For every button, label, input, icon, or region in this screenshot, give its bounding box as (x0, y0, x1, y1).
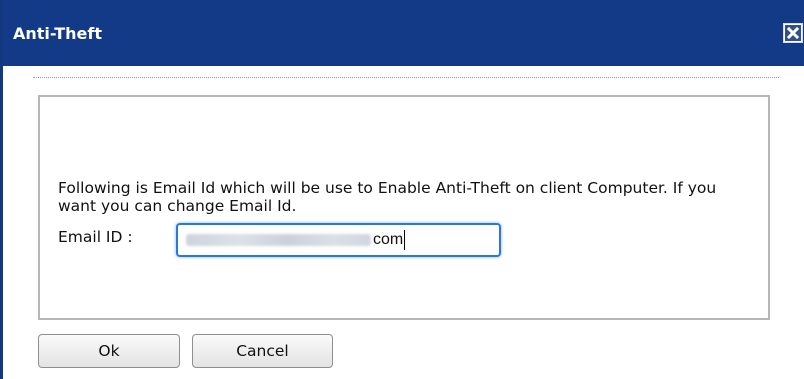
dialog-title: Anti-Theft (13, 24, 102, 43)
close-button[interactable] (783, 23, 803, 43)
anti-theft-dialog: Anti-Theft Following is Email Id which w… (0, 0, 804, 379)
info-message: Following is Email Id which will be use … (58, 179, 717, 215)
dialog-titlebar: Anti-Theft (3, 0, 804, 66)
cancel-button[interactable]: Cancel (192, 334, 333, 368)
email-input[interactable]: com (176, 223, 501, 257)
close-icon (785, 25, 801, 41)
redacted-email-part (186, 234, 371, 246)
ok-button[interactable]: Ok (38, 334, 180, 368)
email-value-suffix: com (373, 231, 404, 248)
message-panel: Following is Email Id which will be use … (38, 95, 770, 320)
text-cursor (404, 230, 406, 250)
email-label: Email ID : (58, 228, 133, 246)
dotted-separator (33, 77, 779, 78)
